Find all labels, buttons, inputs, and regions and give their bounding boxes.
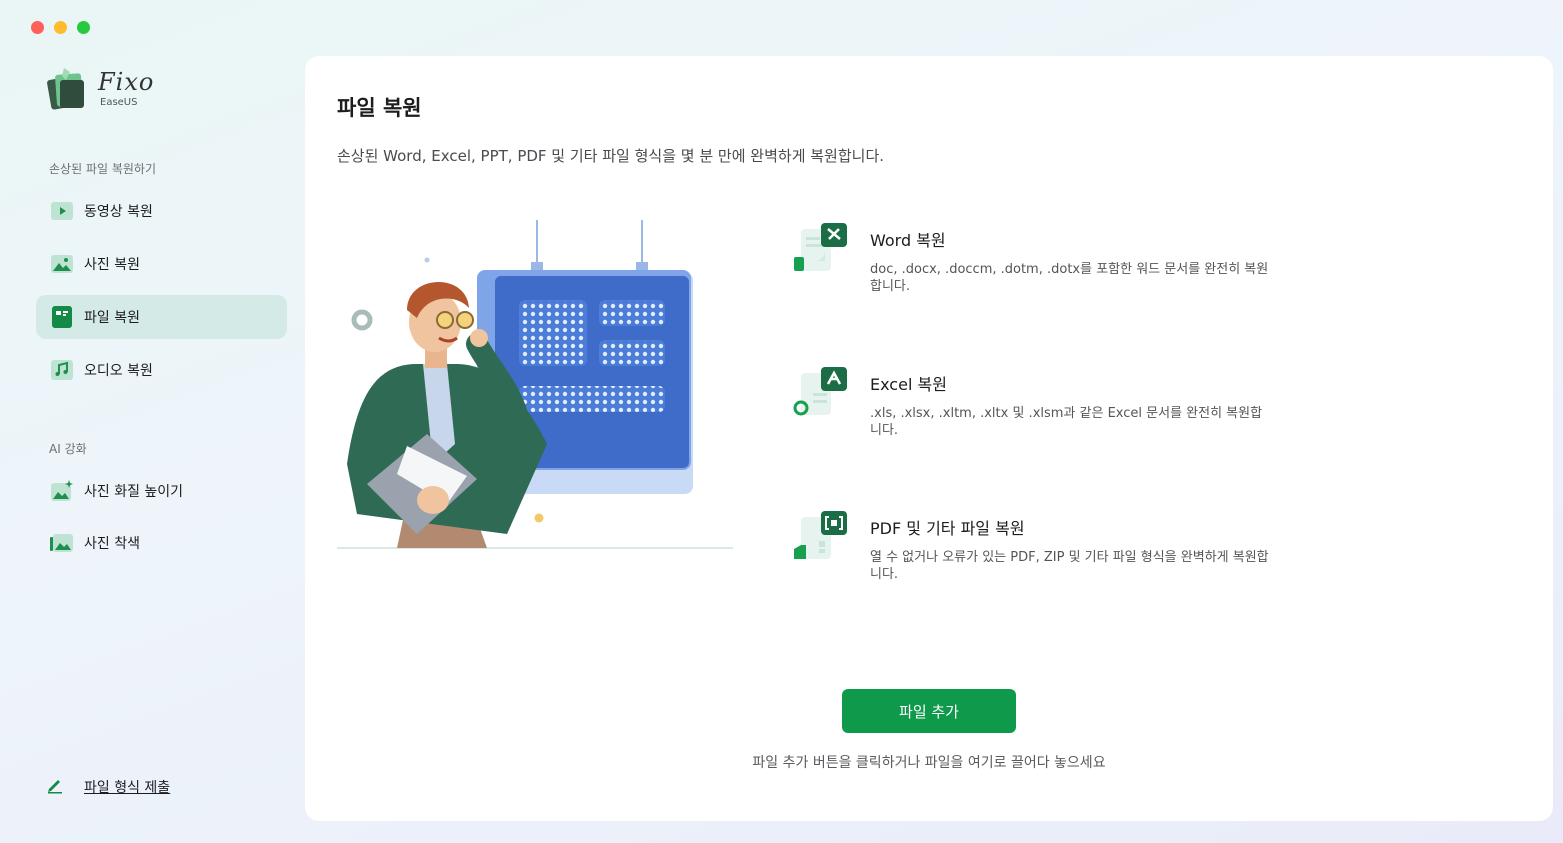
photo-icon [50, 252, 74, 276]
close-window-button[interactable] [31, 21, 44, 34]
sidebar-item-label: 사진 복원 [84, 257, 140, 273]
sidebar-item-audio[interactable]: 오디오 복원 [36, 348, 287, 392]
sidebar-item-label: 사진 착색 [84, 536, 140, 552]
feature-title: PDF 및 기타 파일 복원 [870, 519, 1025, 538]
sidebar-item-label: 동영상 복원 [84, 204, 153, 220]
main-panel: 파일 복원 손상된 Word, Excel, PPT, PDF 및 기타 파일 … [305, 56, 1553, 821]
word-file-icon [794, 223, 847, 271]
video-icon [50, 199, 74, 223]
maximize-window-button[interactable] [77, 21, 90, 34]
photo-enhance-icon [50, 479, 74, 503]
submit-file-format-link[interactable]: 파일 형식 제출 [46, 776, 170, 798]
feature-title: Excel 복원 [870, 375, 947, 394]
sidebar-item-video[interactable]: 동영상 복원 [36, 189, 287, 233]
sidebar-item-label: 오디오 복원 [84, 363, 153, 379]
page-description: 손상된 Word, Excel, PPT, PDF 및 기타 파일 형식을 몇 … [337, 147, 885, 165]
submit-file-format-label: 파일 형식 제출 [84, 780, 171, 796]
drop-zone-hint: 파일 추가 버튼을 클릭하거나 파일을 여기로 끌어다 놓으세요 [752, 755, 1106, 771]
sidebar-item-label: 사진 화질 높이기 [84, 484, 184, 500]
minimize-window-button[interactable] [54, 21, 67, 34]
sidebar-item-label: 파일 복원 [84, 310, 140, 326]
brand-name: EaseUS [100, 97, 138, 108]
feature-excel: Excel 복원 .xls, .xlsx, .xltm, .xltx 및 .xl… [793, 365, 1273, 455]
feature-description: 열 수 없거나 오류가 있는 PDF, ZIP 및 기타 파일 형식을 완벽하게… [870, 550, 1269, 582]
app-window: Fixo EaseUS 손상된 파일 복원하기 동영상 복원 사진 복원 파일 … [0, 0, 1563, 843]
section-label-ai: AI 강화 [49, 442, 87, 456]
feature-title: Word 복원 [870, 231, 946, 250]
photo-colorize-icon [50, 531, 74, 555]
feature-word: Word 복원 doc, .docx, .doccm, .dotm, .dotx… [793, 221, 1273, 311]
document-icon [50, 305, 74, 329]
fixo-logo-icon [47, 68, 84, 110]
app-name: Fixo [98, 68, 155, 96]
sidebar-item-file[interactable]: 파일 복원 [36, 295, 287, 339]
add-file-button[interactable]: 파일 추가 [842, 689, 1016, 733]
pdf-file-icon [794, 511, 847, 559]
music-icon [50, 358, 74, 382]
app-logo: Fixo EaseUS [46, 66, 176, 116]
pencil-icon [46, 776, 64, 798]
sidebar-item-photo-enhance[interactable]: 사진 화질 높이기 [36, 469, 287, 513]
feature-pdf: PDF 및 기타 파일 복원 열 수 없거나 오류가 있는 PDF, ZIP 및… [793, 509, 1273, 599]
page-title: 파일 복원 [337, 96, 422, 120]
sidebar-item-photo-colorize[interactable]: 사진 착색 [36, 521, 287, 565]
window-controls [31, 21, 90, 34]
feature-description: .xls, .xlsx, .xltm, .xltx 및 .xlsm과 같은 Ex… [870, 406, 1263, 438]
feature-description: doc, .docx, .doccm, .dotm, .dotx를 포함한 워드… [870, 262, 1269, 294]
excel-file-icon [793, 367, 847, 416]
section-label-repair: 손상된 파일 복원하기 [49, 162, 156, 176]
sidebar-item-photo[interactable]: 사진 복원 [36, 242, 287, 286]
file-repair-illustration [337, 220, 733, 549]
